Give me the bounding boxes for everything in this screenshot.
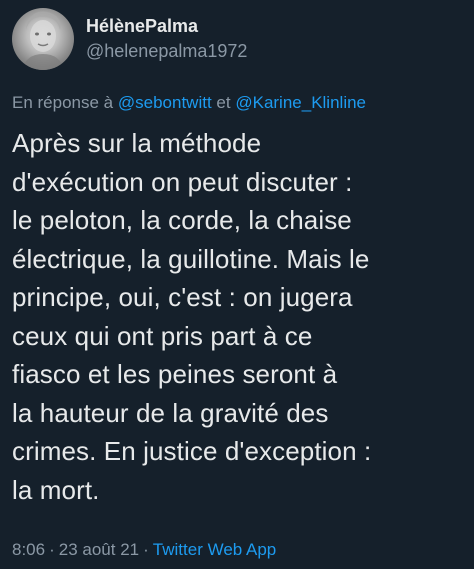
tweet: HélènePalma @helenepalma1972 En réponse … [0, 0, 474, 569]
tweet-text-line: d'exécution on peut discuter : [12, 166, 353, 197]
tweet-text-line: électrique, la guillotine. Mais le [12, 243, 370, 274]
tweet-text-line: la mort. [12, 474, 100, 505]
tweet-text-line: crimes. En justice d'exception : [12, 436, 372, 466]
author-display-name[interactable]: HélènePalma [86, 14, 247, 38]
tweet-meta: 8:06 · 23 août 21 · Twitter Web App [12, 540, 276, 560]
meta-separator: · [49, 540, 55, 559]
avatar-portrait-icon [22, 11, 64, 70]
tweet-header: HélènePalma @helenepalma1972 [12, 8, 247, 70]
reply-context: En réponse à @sebontwitt et @Karine_Klin… [12, 93, 366, 113]
tweet-source-link[interactable]: Twitter Web App [153, 540, 276, 559]
tweet-text-line: Après sur la méthode [12, 128, 262, 158]
tweet-text-line: la hauteur de la gravité des [12, 397, 329, 428]
tweet-time[interactable]: 8:06 [12, 540, 45, 559]
avatar[interactable] [12, 8, 74, 70]
tweet-text-line: le peloton, la corde, la chaise [12, 205, 352, 235]
mention-karine-klinline[interactable]: @Karine_Klinline [235, 93, 366, 112]
reply-conjunction: et [216, 93, 231, 112]
tweet-text-line: ceux qui ont pris part à ce [12, 320, 313, 351]
tweet-text-line: principe, oui, c'est : on jugera [12, 282, 353, 312]
reply-prefix: En réponse à [12, 93, 114, 112]
tweet-text-line: fiasco et les peines seront à [12, 359, 338, 389]
author-names: HélènePalma @helenepalma1972 [86, 14, 247, 64]
meta-separator: · [143, 540, 149, 559]
mention-sebontwitt[interactable]: @sebontwitt [118, 93, 212, 112]
author-handle[interactable]: @helenepalma1972 [86, 38, 247, 64]
tweet-text: Après sur la méthode d'exécution on peut… [12, 124, 467, 509]
tweet-date[interactable]: 23 août 21 [59, 540, 139, 559]
